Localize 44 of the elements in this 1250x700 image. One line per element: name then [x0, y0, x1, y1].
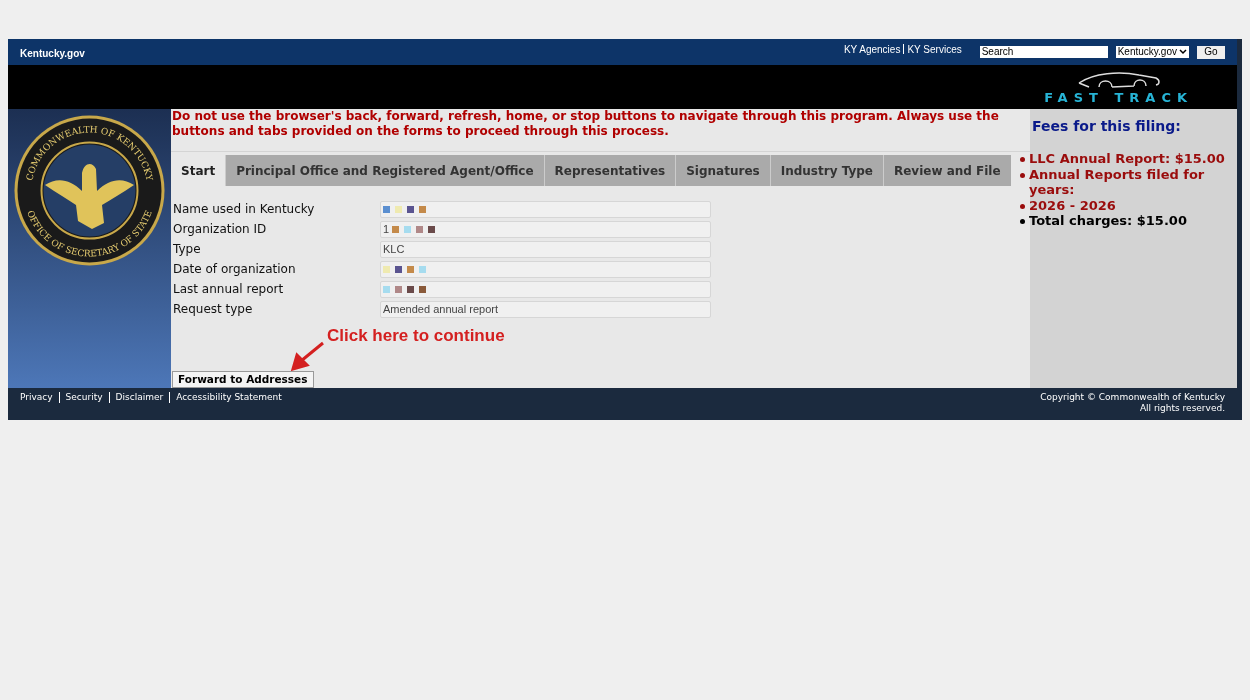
field-label: Last annual report [173, 281, 285, 298]
bullet-icon [1020, 172, 1025, 178]
bullet-icon [1020, 203, 1025, 209]
warning-text: Do not use the browser's back, forward, refresh, home, or stop buttons to navigate through this program. Always use the buttons and tabs provided on the forms to proceed through this process. [171, 109, 1030, 152]
callout-text: Click here to continue [327, 325, 505, 347]
tab[interactable]: Review and File [882, 155, 1011, 186]
brand-logo: FAST TRACK [1044, 69, 1193, 105]
fee-item: LLC Annual Report: $15.00 [1029, 151, 1225, 167]
input-field[interactable]: KLC [380, 240, 711, 258]
input-field[interactable] [380, 280, 711, 298]
field-label: Date of organization [173, 261, 297, 278]
scope-select[interactable]: Kentucky.gov [1115, 46, 1189, 58]
footer-link[interactable]: Accessibility Statement [176, 392, 282, 403]
search-field[interactable]: Search [979, 46, 1108, 58]
input-field[interactable]: 1 [380, 220, 711, 238]
fees-heading: Fees for this filing: [1031, 117, 1182, 136]
go-button[interactable]: Go [1197, 45, 1225, 59]
forward-button[interactable]: Forward to Addresses [172, 371, 314, 388]
field-label: Request type [173, 301, 254, 318]
fee-item: Annual Reports filed for years: [1029, 166, 1206, 198]
footer-link[interactable]: Security [65, 392, 103, 403]
bullet-icon [1020, 157, 1025, 162]
input-field[interactable] [380, 200, 711, 218]
footer-link[interactable]: Privacy [20, 392, 53, 403]
site-logo[interactable]: Kentucky.gov [20, 43, 85, 61]
input-field[interactable] [380, 260, 711, 278]
copyright-text: Copyright © Commonwealth of Kentucky [1040, 392, 1225, 403]
tab[interactable]: Industry Type [769, 155, 883, 186]
chevron-down-icon [1179, 49, 1187, 55]
header-link[interactable]: KY Services [907, 41, 962, 57]
field-label: Type [173, 241, 202, 258]
bullet-icon [1020, 219, 1025, 224]
input-field[interactable]: Amended annual report [380, 300, 711, 318]
fee-item: Total charges: $15.00 [1029, 213, 1187, 229]
copyright-text: All rights reserved. [1139, 403, 1225, 414]
fee-item: 2026 - 2026 [1029, 197, 1116, 213]
tab[interactable]: Signatures [675, 155, 770, 186]
footer-link[interactable]: Disclaimer [115, 392, 164, 403]
arrow-icon [289, 341, 325, 371]
tab[interactable]: Representatives [543, 155, 676, 186]
field-label: Name used in Kentucky [173, 201, 316, 218]
header-link[interactable]: KY Agencies [843, 41, 901, 57]
field-label: Organization ID [173, 221, 268, 238]
tab[interactable]: Principal Office and Registered Agent/Office [225, 155, 544, 186]
